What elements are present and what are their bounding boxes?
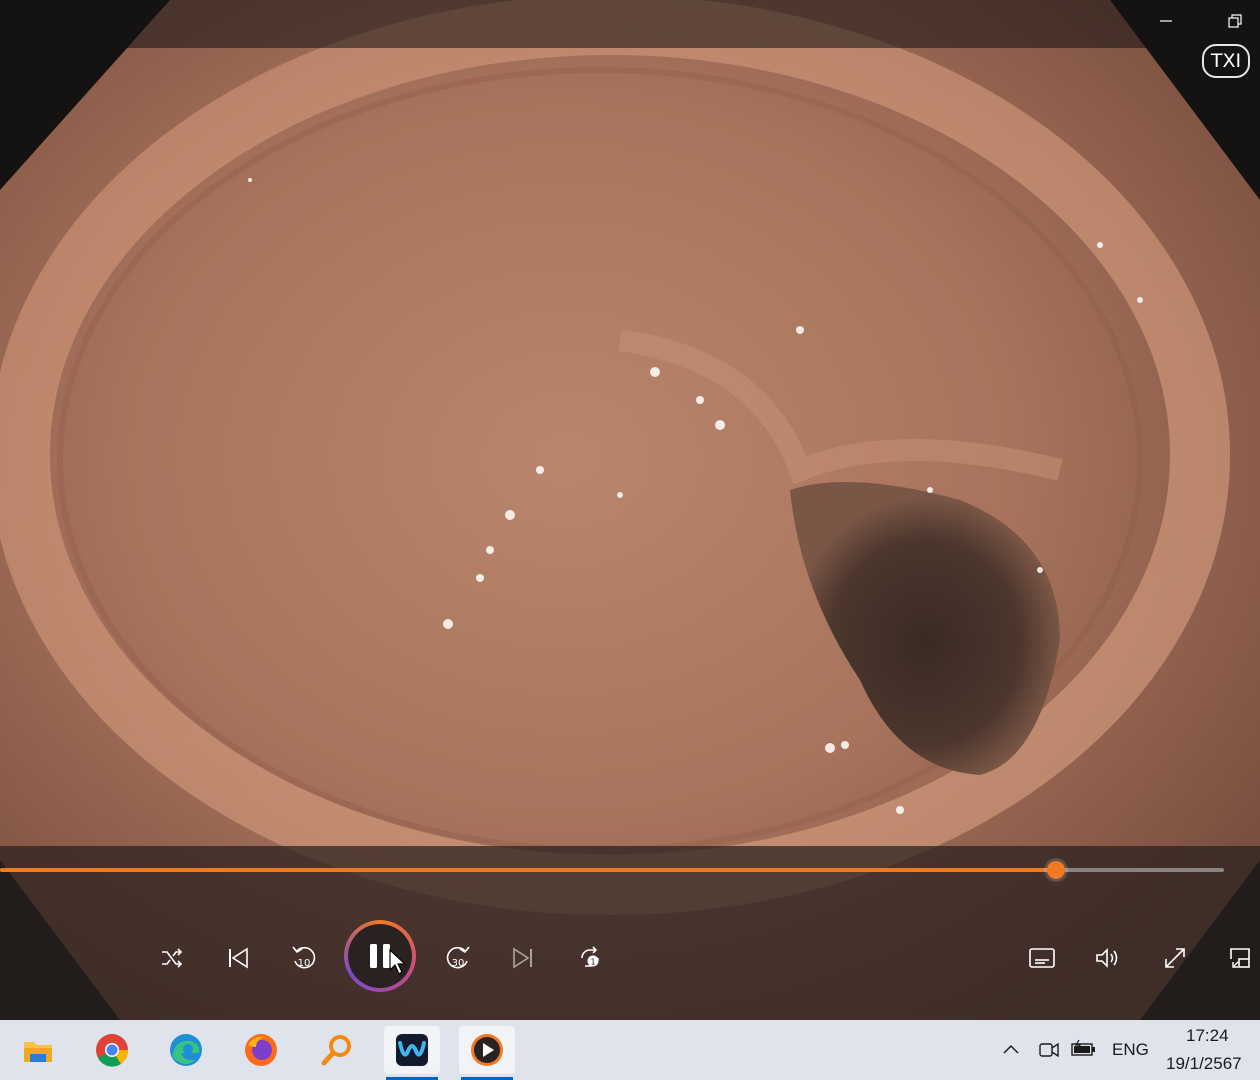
next-button[interactable]	[503, 938, 543, 978]
seek-bar[interactable]	[0, 860, 1224, 880]
folder-icon	[24, 1042, 52, 1062]
taskbar-search-tool[interactable]	[309, 1026, 365, 1074]
skip-forward-icon: 30	[446, 946, 470, 969]
txi-overlay-badge: TXI	[1202, 44, 1250, 78]
taskbar-chrome[interactable]	[84, 1026, 140, 1074]
skip-forward-label: 30	[452, 958, 465, 969]
volume-button[interactable]	[1088, 938, 1128, 978]
shuffle-icon	[162, 948, 183, 968]
restore-icon	[1228, 14, 1242, 28]
mini-player-button[interactable]	[1220, 938, 1260, 978]
skip-back-label: 10	[298, 958, 311, 969]
fullscreen-button[interactable]	[1155, 938, 1195, 978]
skip-forward-button[interactable]: 30	[438, 938, 478, 978]
clock-date[interactable]: 19/1/2567	[1166, 1054, 1242, 1074]
seek-thumb[interactable]	[1047, 861, 1065, 879]
shuffle-button[interactable]	[152, 938, 192, 978]
mini-player-icon	[1230, 948, 1250, 968]
taskbar-edge[interactable]	[158, 1026, 214, 1074]
seek-progress	[0, 868, 1056, 872]
fullscreen-icon	[1165, 948, 1185, 968]
previous-button[interactable]	[218, 938, 258, 978]
tray-overflow-chevron-icon[interactable]	[1002, 1042, 1020, 1056]
previous-icon	[229, 947, 248, 969]
taskbar-video-editor[interactable]	[384, 1026, 440, 1080]
title-bar	[0, 0, 1260, 48]
taskbar-media-player[interactable]	[459, 1026, 515, 1080]
minimize-button[interactable]	[1152, 10, 1180, 38]
taskbar-firefox[interactable]	[233, 1026, 289, 1074]
repeat-button[interactable]: 1	[570, 938, 610, 978]
repeat-count-label: 1	[590, 958, 595, 967]
taskbar: ENG 17:24 19/1/2567	[0, 1020, 1260, 1080]
firefox-icon	[245, 1034, 277, 1066]
edge-icon	[170, 1034, 202, 1066]
restore-button[interactable]	[1221, 10, 1249, 38]
media-player-icon	[471, 1034, 503, 1066]
captions-icon	[1029, 948, 1055, 968]
chrome-icon	[96, 1034, 129, 1067]
volume-icon	[1096, 948, 1118, 968]
clock-time[interactable]: 17:24	[1186, 1026, 1229, 1046]
video-editor-icon	[396, 1034, 428, 1066]
skip-back-icon: 10	[292, 946, 316, 969]
language-indicator[interactable]: ENG	[1112, 1040, 1149, 1060]
taskbar-file-explorer[interactable]	[10, 1026, 66, 1074]
playback-controls: 10 30 1	[0, 846, 1260, 1020]
meet-now-icon[interactable]	[1038, 1038, 1060, 1060]
repeat-one-icon: 1	[581, 946, 599, 967]
battery-icon[interactable]	[1070, 1038, 1098, 1060]
magnifier-icon	[321, 1035, 351, 1066]
next-icon	[513, 947, 532, 969]
captions-button[interactable]	[1022, 938, 1062, 978]
mouse-cursor-icon	[389, 948, 407, 975]
minimize-icon	[1160, 20, 1172, 22]
skip-back-button[interactable]: 10	[284, 938, 324, 978]
desktop-screen: TXI 10 30 1 ENG 17:24 19/1/2567	[0, 0, 1260, 1080]
